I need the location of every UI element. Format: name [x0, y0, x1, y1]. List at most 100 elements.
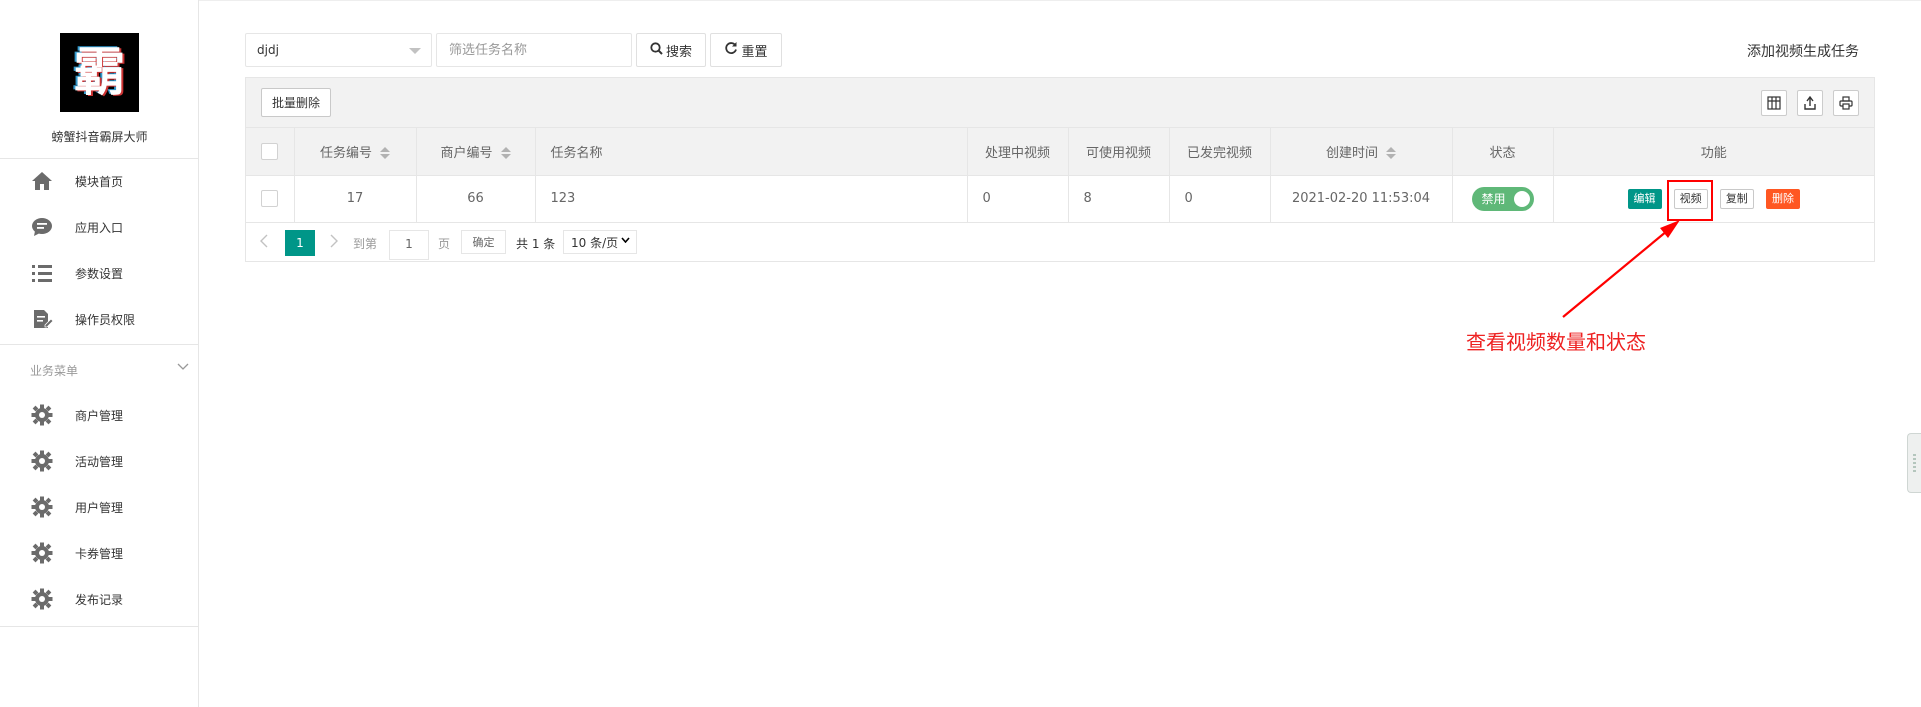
batch-delete-button[interactable]: 批量删除	[261, 88, 331, 117]
column-header-label: 可使用视频	[1085, 145, 1151, 161]
goto-page-input[interactable]: 1	[389, 230, 429, 260]
total-count: 共 1 条	[516, 237, 556, 251]
row-checkbox-cell[interactable]	[246, 175, 295, 223]
add-video-task-link[interactable]: 添加视频生成任务	[1747, 41, 1859, 61]
logo-glyph: 霸	[73, 41, 126, 103]
goto-label: 到第	[353, 237, 378, 251]
sort-icon[interactable]	[380, 147, 390, 160]
copy-button[interactable]: 复制	[1719, 188, 1754, 209]
sidebar-item-label: 用户管理	[75, 500, 124, 515]
pagination: 1 到第 1 页 确定 共 1 条 10 条/页	[246, 223, 1874, 263]
column-header-merchant-id[interactable]: 商户编号	[416, 128, 536, 176]
merchant-select-value: djdj	[257, 43, 279, 57]
delete-button[interactable]: 删除	[1765, 188, 1800, 209]
column-header-label: 创建时间	[1325, 145, 1378, 161]
gear-icon	[31, 496, 53, 518]
sidebar-divider	[0, 626, 199, 627]
sidebar-item-label: 模块首页	[75, 174, 124, 189]
annotation-text: 查看视频数量和状态	[1466, 330, 1646, 354]
print-icon[interactable]	[1833, 90, 1859, 116]
page-number-current[interactable]: 1	[285, 230, 315, 256]
next-page-icon[interactable]	[330, 233, 338, 252]
sidebar-item-label: 商户管理	[75, 408, 124, 423]
column-header-available: 可使用视频	[1068, 128, 1170, 176]
column-header-label: 状态	[1489, 145, 1516, 161]
sidebar-divider	[0, 344, 199, 345]
sort-icon[interactable]	[500, 147, 511, 160]
column-header-label: 功能	[1700, 145, 1727, 161]
sidebar-item-app-entry[interactable]: 应用入口	[0, 204, 199, 250]
page-size-select[interactable]: 10 条/页	[563, 230, 637, 254]
cell-processing: 0	[967, 175, 1069, 223]
column-header-label: 任务编号	[319, 145, 372, 161]
column-header-label: 处理中视频	[984, 145, 1050, 161]
sidebar-item-params[interactable]: 参数设置	[0, 250, 199, 296]
page-size-value: 10 条/页	[571, 235, 619, 250]
sidebar-item-home[interactable]: 模块首页	[0, 158, 199, 204]
reset-button-label: 重置	[741, 44, 768, 60]
row-checkbox[interactable]	[261, 190, 279, 207]
status-toggle[interactable]: 禁用	[1471, 186, 1534, 211]
sidebar-item-users[interactable]: 用户管理	[0, 484, 199, 530]
sidebar-item-label: 卡券管理	[75, 546, 124, 561]
task-name-filter-input[interactable]	[436, 33, 632, 67]
search-icon	[650, 41, 663, 59]
sidebar-item-label: 应用入口	[75, 220, 124, 235]
task-table: 任务编号 商户编号 任务名称 处理中视频 可使用视频 已发完视频 创建时间 状态…	[246, 128, 1874, 223]
sidebar-item-coupons[interactable]: 卡券管理	[0, 530, 199, 576]
column-header-label: 任务名称	[550, 145, 603, 161]
sort-icon[interactable]	[1386, 147, 1396, 160]
app-logo: 霸	[60, 33, 139, 112]
sidebar-item-label: 发布记录	[75, 592, 124, 607]
sidebar-item-publish-records[interactable]: 发布记录	[0, 576, 199, 622]
column-header-status: 状态	[1452, 128, 1554, 176]
goto-confirm-button[interactable]: 确定	[461, 230, 506, 254]
cell-task-id: 17	[294, 175, 417, 223]
cell-created: 2021-02-20 11:53:04	[1270, 175, 1453, 223]
chat-bubble-icon	[31, 216, 53, 238]
table-toolbar: 批量删除	[246, 78, 1874, 128]
cell-merchant-id: 66	[416, 175, 536, 223]
sidebar-item-label: 操作员权限	[75, 312, 136, 327]
cell-actions: 编辑 视频 复制 删除	[1553, 175, 1874, 223]
chevron-down-icon	[621, 235, 630, 246]
chevron-down-icon[interactable]	[177, 360, 189, 374]
sidebar-item-permissions[interactable]: 操作员权限	[0, 296, 199, 342]
search-button[interactable]: 搜索	[636, 33, 706, 67]
table-header-row: 任务编号 商户编号 任务名称 处理中视频 可使用视频 已发完视频 创建时间 状态…	[246, 128, 1874, 176]
cell-finished: 0	[1169, 175, 1271, 223]
merchant-select[interactable]: djdj	[245, 33, 432, 67]
cell-available: 8	[1068, 175, 1170, 223]
edit-button[interactable]: 编辑	[1627, 188, 1662, 209]
cell-status: 禁用	[1452, 175, 1554, 223]
column-header-finished: 已发完视频	[1169, 128, 1271, 176]
column-header-task-id[interactable]: 任务编号	[294, 128, 417, 176]
top-border	[199, 0, 1921, 3]
sidebar-item-merchants[interactable]: 商户管理	[0, 392, 199, 438]
sidebar-item-label: 参数设置	[75, 266, 124, 281]
scroll-handle[interactable]	[1907, 433, 1921, 493]
sidebar: 霸 螃蟹抖音霸屏大师 模块首页 应用入口 参数设置 操作员权限 业务菜单 商户管…	[0, 0, 199, 707]
page-unit-label: 页	[438, 237, 451, 251]
cell-task-name: 123	[535, 175, 968, 223]
select-all-checkbox[interactable]	[261, 142, 279, 160]
columns-icon[interactable]	[1761, 90, 1787, 116]
reset-button[interactable]: 重置	[710, 33, 782, 67]
caret-down-icon	[409, 48, 421, 54]
column-header-label: 已发完视频	[1186, 145, 1252, 161]
gear-icon	[31, 588, 53, 610]
table-row: 17 66 123 0 8 0 2021-02-20 11:53:04 禁用 编…	[246, 175, 1874, 223]
refresh-icon	[724, 41, 738, 59]
sidebar-item-label: 活动管理	[75, 454, 124, 469]
prev-page-icon[interactable]	[260, 233, 268, 252]
column-header-processing: 处理中视频	[967, 128, 1069, 176]
edit-document-icon	[31, 308, 53, 330]
task-table-panel: 批量删除 任务编号 商户编号 任务名称 处理中视频 可使用视频 已发完视频 创建…	[245, 77, 1875, 262]
sidebar-item-activities[interactable]: 活动管理	[0, 438, 199, 484]
menu-group-title[interactable]: 业务菜单	[30, 362, 78, 379]
video-button[interactable]: 视频	[1673, 188, 1708, 209]
select-all-checkbox-cell[interactable]	[246, 128, 295, 176]
export-icon[interactable]	[1797, 90, 1823, 116]
column-header-created[interactable]: 创建时间	[1270, 128, 1453, 176]
gear-icon	[31, 450, 53, 472]
